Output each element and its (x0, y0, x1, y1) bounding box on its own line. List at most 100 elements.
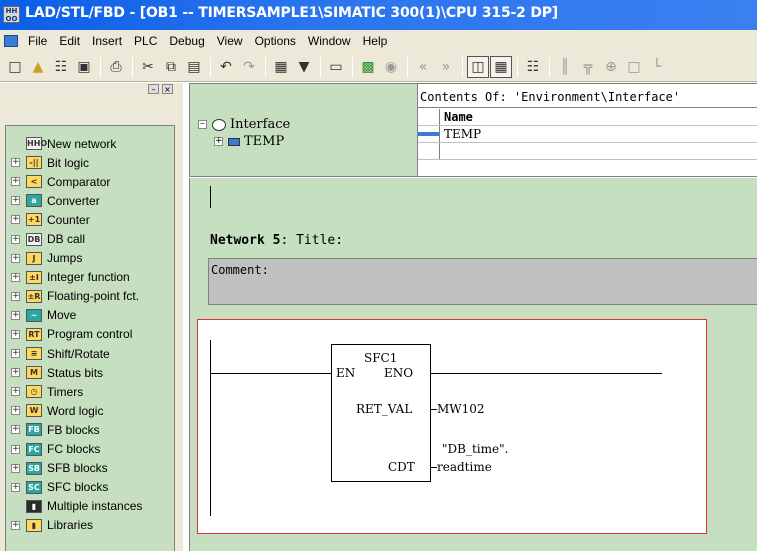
table-row[interactable]: TEMP (418, 126, 757, 143)
catalog-item[interactable]: + DB DB call (6, 229, 174, 248)
prev-icon[interactable]: « (412, 56, 434, 78)
overview-icon[interactable]: ◫ (467, 55, 489, 78)
network-title[interactable]: Network 5: Title: (210, 233, 343, 248)
undo-icon[interactable]: ↶ (215, 56, 237, 78)
fb-blocks-icon: FB (26, 423, 42, 437)
network-icon[interactable]: ☷ (50, 56, 72, 78)
paste-icon[interactable]: ▤ (183, 56, 205, 78)
menu-debug[interactable]: Debug (163, 34, 210, 48)
catalog-item[interactable]: + M Status bits (6, 363, 174, 382)
catalog-item[interactable]: + FC FC blocks (6, 440, 174, 459)
expand-icon[interactable]: + (11, 329, 20, 339)
new-icon[interactable]: □ (4, 56, 26, 78)
toolbar-separator (462, 56, 463, 77)
nc-contact-icon[interactable]: ╦ (577, 56, 599, 78)
catalog-item[interactable]: + < Comparator (6, 172, 174, 191)
catalog-item[interactable]: ▮ Multiple instances (6, 497, 174, 516)
catalog-item[interactable]: + -|| Bit logic (6, 153, 174, 172)
catalog-item[interactable]: + ~ Move (6, 306, 174, 325)
catalog-item-label: Bit logic (47, 155, 90, 170)
save-icon[interactable]: ▣ (73, 56, 95, 78)
catalog-item[interactable]: + W Word logic (6, 401, 174, 420)
catalog-item[interactable]: + FB FB blocks (6, 420, 174, 439)
copy-icon[interactable]: ⧉ (160, 56, 182, 78)
expand-icon[interactable]: + (11, 310, 20, 320)
new-network-icon[interactable]: ☷ (522, 56, 544, 78)
expand-icon[interactable]: + (11, 482, 20, 492)
expand-icon[interactable]: + (11, 196, 20, 206)
sfc1-block[interactable]: SFC1 EN ENO RET_VAL CDT (331, 344, 431, 482)
branch-icon[interactable]: └ (646, 56, 668, 78)
expand-icon[interactable]: + (11, 234, 20, 244)
catalog-item[interactable]: + J Jumps (6, 249, 174, 268)
detail-icon[interactable]: ▦ (490, 55, 512, 78)
expand-icon[interactable]: + (11, 425, 20, 435)
expand-icon[interactable]: + (11, 406, 20, 416)
code-editor[interactable]: Network 5: Title: Comment: SFC1 EN ENO R… (189, 178, 757, 551)
panel-close-button[interactable]: × (162, 84, 173, 94)
expand-icon[interactable]: + (11, 368, 20, 378)
expand-icon[interactable]: + (11, 387, 20, 397)
table-row[interactable] (418, 143, 757, 160)
download-icon[interactable]: ▼ (293, 56, 315, 78)
catalog-item[interactable]: + +1 Counter (6, 210, 174, 229)
catalog-item[interactable]: + ◷ Timers (6, 382, 174, 401)
menu-options[interactable]: Options (249, 34, 302, 48)
cdt-operand-field[interactable]: readtime (437, 460, 492, 474)
next-icon[interactable]: » (435, 56, 457, 78)
tree-node-interface[interactable]: – Interface (198, 116, 290, 133)
catalog-item[interactable]: + a Converter (6, 191, 174, 210)
catalog-item[interactable]: + ≡ Shift/Rotate (6, 344, 174, 363)
coil-icon[interactable]: ⊕ (600, 56, 622, 78)
collapse-icon[interactable]: – (198, 120, 207, 129)
expand-icon[interactable]: + (11, 215, 20, 225)
row-name[interactable]: TEMP (440, 126, 757, 142)
accessible-icon[interactable]: ▩ (357, 56, 379, 78)
monitor-icon[interactable]: ▦ (270, 56, 292, 78)
column-name-header[interactable]: Name (440, 109, 757, 125)
catalog-item[interactable]: + RT Program control (6, 325, 174, 344)
expand-icon[interactable]: + (11, 272, 20, 282)
no-contact-icon[interactable]: ║ (554, 56, 576, 78)
menu-edit[interactable]: Edit (53, 34, 86, 48)
network-rung[interactable]: SFC1 EN ENO RET_VAL CDT MW102 "DB_time".… (197, 319, 707, 534)
cdt-operand-db[interactable]: "DB_time". (442, 442, 508, 456)
ret-val-operand[interactable]: MW102 (437, 402, 485, 416)
menu-insert[interactable]: Insert (86, 34, 128, 48)
expand-icon[interactable]: + (11, 253, 20, 263)
bit-logic-icon: -|| (26, 156, 42, 170)
panel-dock-button[interactable]: – (148, 84, 159, 94)
expand-icon[interactable]: + (11, 177, 20, 187)
catalog-item[interactable]: + ±R Floating-point fct. (6, 287, 174, 306)
cut-icon[interactable]: ✂ (137, 56, 159, 78)
box-icon[interactable]: □ (623, 56, 645, 78)
sfb-blocks-icon: SB (26, 461, 42, 475)
expand-icon[interactable]: + (11, 349, 20, 359)
insert-icon[interactable]: ▭ (325, 56, 347, 78)
print-icon[interactable]: ⎙ (105, 56, 127, 78)
app-icon[interactable]: HH OO (3, 6, 20, 23)
open-icon[interactable]: ▲ (27, 56, 49, 78)
document-icon[interactable] (4, 35, 18, 47)
expand-icon[interactable]: + (11, 158, 20, 168)
menu-help[interactable]: Help (357, 34, 394, 48)
expand-icon[interactable]: + (11, 520, 20, 530)
network-comment[interactable]: Comment: (208, 258, 757, 305)
menu-view[interactable]: View (211, 34, 249, 48)
online-icon[interactable]: ◉ (380, 56, 402, 78)
expand-icon[interactable]: + (214, 137, 223, 146)
catalog-item[interactable]: + SC SFC blocks (6, 478, 174, 497)
expand-icon[interactable]: + (11, 291, 20, 301)
tree-node-temp[interactable]: + TEMP (198, 133, 290, 150)
menu-plc[interactable]: PLC (128, 34, 163, 48)
catalog-item[interactable]: + ±I Integer function (6, 268, 174, 287)
catalog-item[interactable]: + ▮ Libraries (6, 516, 174, 535)
menu-file[interactable]: File (22, 34, 53, 48)
catalog-item[interactable]: + SB SFB blocks (6, 459, 174, 478)
expand-icon[interactable]: + (11, 444, 20, 454)
catalog-item[interactable]: HHO New network (6, 134, 174, 153)
row-name[interactable] (440, 143, 757, 159)
redo-icon[interactable]: ↷ (238, 56, 260, 78)
menu-window[interactable]: Window (302, 34, 357, 48)
expand-icon[interactable]: + (11, 463, 20, 473)
